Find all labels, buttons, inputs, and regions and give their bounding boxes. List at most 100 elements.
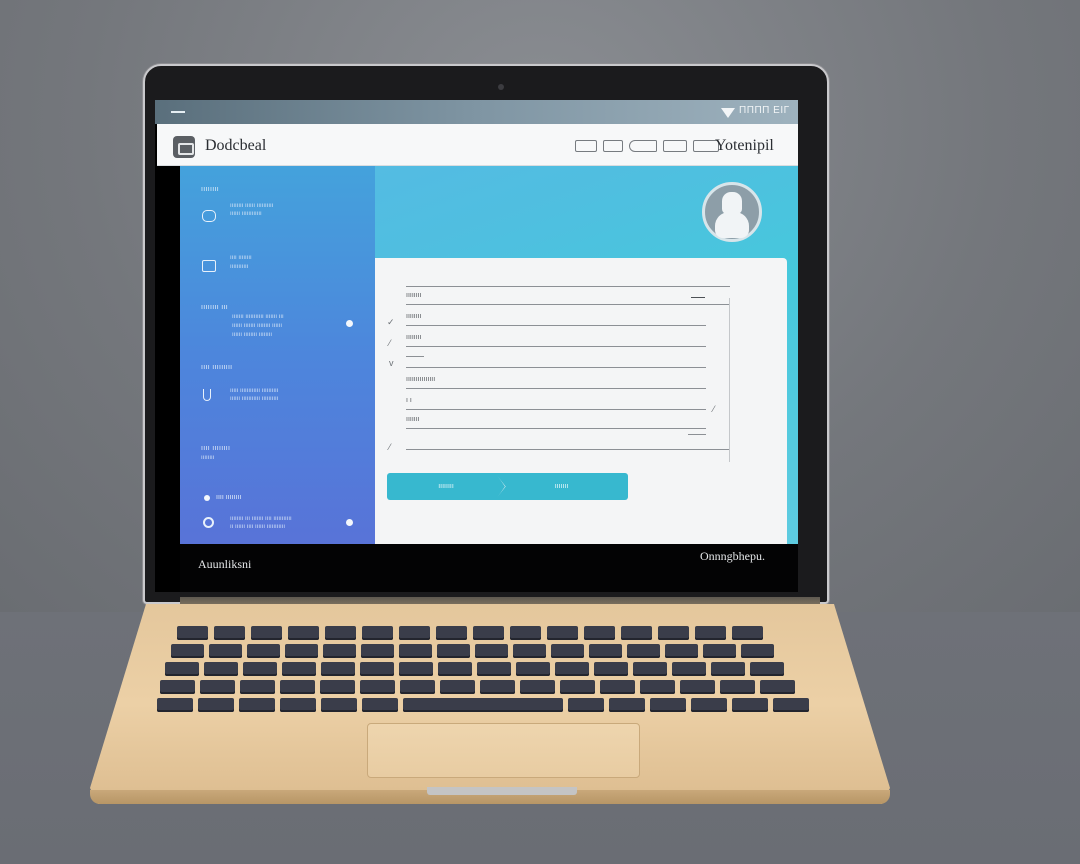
sidebar-item-text[interactable]: ıııııııı: [201, 455, 214, 461]
keyboard-key[interactable]: [400, 680, 435, 694]
keyboard-key[interactable]: [362, 698, 398, 712]
keyboard-key[interactable]: [240, 680, 275, 694]
keyboard-key[interactable]: [703, 644, 736, 658]
keyboard-key[interactable]: [251, 626, 282, 640]
edit-icon[interactable]: ⁄: [389, 338, 391, 348]
keyboard-key[interactable]: [214, 626, 245, 640]
keyboard-key[interactable]: [594, 662, 628, 676]
edit-icon[interactable]: ⁄: [389, 442, 391, 452]
keyboard-key[interactable]: [280, 698, 316, 712]
sidebar-item-text[interactable]: ıııııı ıııııııı ıııııııı: [232, 332, 272, 338]
keyboard-key[interactable]: [650, 698, 686, 712]
keyboard-key[interactable]: [436, 626, 467, 640]
keyboard-key[interactable]: [171, 644, 204, 658]
keyboard-key[interactable]: [325, 626, 356, 640]
keyboard-key[interactable]: [437, 644, 470, 658]
keyboard-key[interactable]: [177, 626, 208, 640]
sidebar-item-text[interactable]: ııııııııııı: [230, 264, 248, 270]
keyboard-key[interactable]: [360, 680, 395, 694]
keyboard-key[interactable]: [621, 626, 652, 640]
keyboard-key[interactable]: [209, 644, 242, 658]
keyboard-key[interactable]: [691, 698, 727, 712]
keyboard-key[interactable]: [288, 626, 319, 640]
keyboard-key[interactable]: [399, 644, 432, 658]
user-name[interactable]: Yotenipil: [715, 137, 774, 155]
keyboard-key[interactable]: [157, 698, 193, 712]
keyboard-key[interactable]: [732, 698, 768, 712]
keyboard-key[interactable]: [589, 644, 622, 658]
keyboard-key[interactable]: [200, 680, 235, 694]
keyboard-key[interactable]: [695, 626, 726, 640]
keyboard-key[interactable]: [440, 680, 475, 694]
keyboard-key[interactable]: [600, 680, 635, 694]
keyboard-key[interactable]: [609, 698, 645, 712]
keyboard-key[interactable]: [285, 644, 318, 658]
keyboard-key[interactable]: [280, 680, 315, 694]
keyboard-key[interactable]: [399, 662, 433, 676]
trackpad[interactable]: [367, 723, 640, 778]
keyboard-key[interactable]: [473, 626, 504, 640]
keyboard-key[interactable]: [320, 680, 355, 694]
sidebar-item-text[interactable]: ııııı ıııııııııııı ıııııııııı: [230, 388, 278, 394]
avatar-icon[interactable]: [702, 182, 762, 244]
keyboard-key[interactable]: [658, 626, 689, 640]
keyboard-key[interactable]: [198, 698, 234, 712]
keyboard-key[interactable]: [475, 644, 508, 658]
minus-icon[interactable]: [691, 297, 705, 298]
sidebar-item-text[interactable]: ıı ıııııı ıııı ıııııı ııııııııııı: [230, 524, 285, 530]
secondary-button[interactable]: ııııııı: [495, 473, 628, 500]
keyboard-key[interactable]: [555, 662, 589, 676]
sidebar-item-text[interactable]: ıııııı ıııııııııııı: [230, 211, 262, 217]
keyboard-key[interactable]: [321, 662, 355, 676]
keyboard-key[interactable]: [362, 626, 393, 640]
keyboard-key[interactable]: [516, 662, 550, 676]
keyboard-key[interactable]: [477, 662, 511, 676]
keyboard-key[interactable]: [551, 644, 584, 658]
keyboard-key[interactable]: [239, 698, 275, 712]
sidebar-item-text[interactable]: ııııııı ııııııııııı ııııııı ııı: [232, 314, 284, 320]
keyboard-key[interactable]: [361, 644, 394, 658]
keyboard-key[interactable]: [480, 680, 515, 694]
keyboard-key[interactable]: [321, 698, 357, 712]
toolbar-tool-icon[interactable]: [603, 140, 623, 152]
keyboard-key[interactable]: [160, 680, 195, 694]
check-icon[interactable]: ✓: [387, 317, 395, 328]
keyboard-key[interactable]: [741, 644, 774, 658]
keyboard-key[interactable]: [247, 644, 280, 658]
keyboard-key[interactable]: [360, 662, 394, 676]
keyboard-key[interactable]: [560, 680, 595, 694]
sidebar-radio-dot[interactable]: [346, 519, 353, 526]
dropdown-triangle-icon[interactable]: [721, 108, 735, 118]
toolbar-tool-icon[interactable]: [575, 140, 597, 152]
toolbar-tool-icon[interactable]: [629, 140, 657, 152]
keyboard-key[interactable]: [627, 644, 660, 658]
edit-icon[interactable]: ⁄: [713, 404, 715, 414]
keyboard-key[interactable]: [438, 662, 472, 676]
chevron-down-icon[interactable]: v: [389, 358, 394, 368]
ring-icon[interactable]: [203, 517, 214, 528]
keyboard-key[interactable]: [323, 644, 356, 658]
keyboard-key[interactable]: [204, 662, 238, 676]
keyboard-key[interactable]: [750, 662, 784, 676]
keyboard-key[interactable]: [720, 680, 755, 694]
keyboard-key[interactable]: [510, 626, 541, 640]
logo-icon[interactable]: [173, 136, 195, 158]
keyboard-key[interactable]: [584, 626, 615, 640]
toolbar-tool-icon[interactable]: [663, 140, 687, 152]
keyboard-key[interactable]: [633, 662, 667, 676]
sidebar-item-text[interactable]: ıııııı ııııııı ıııııııı ıııııı: [232, 323, 282, 329]
keyboard-key[interactable]: [568, 698, 604, 712]
keyboard-key[interactable]: [513, 644, 546, 658]
keyboard-key[interactable]: [547, 626, 578, 640]
minus-icon[interactable]: [688, 434, 706, 435]
keyboard-key[interactable]: [282, 662, 316, 676]
hamburger-icon[interactable]: [171, 111, 185, 113]
keyboard-key[interactable]: [760, 680, 795, 694]
keyboard-key[interactable]: [399, 626, 430, 640]
sidebar-radio-dot[interactable]: [346, 320, 353, 327]
sidebar-item-text[interactable]: ıııııı ııııııııııı ıııııııııı: [230, 396, 278, 402]
keyboard-key[interactable]: [243, 662, 277, 676]
keyboard-key[interactable]: [711, 662, 745, 676]
sidebar-item-text[interactable]: ıııı ıııııııı: [230, 255, 252, 261]
sidebar-item-text[interactable]: ıııııııı ııı ııııııı ıııı ııııııııııı: [230, 516, 292, 522]
